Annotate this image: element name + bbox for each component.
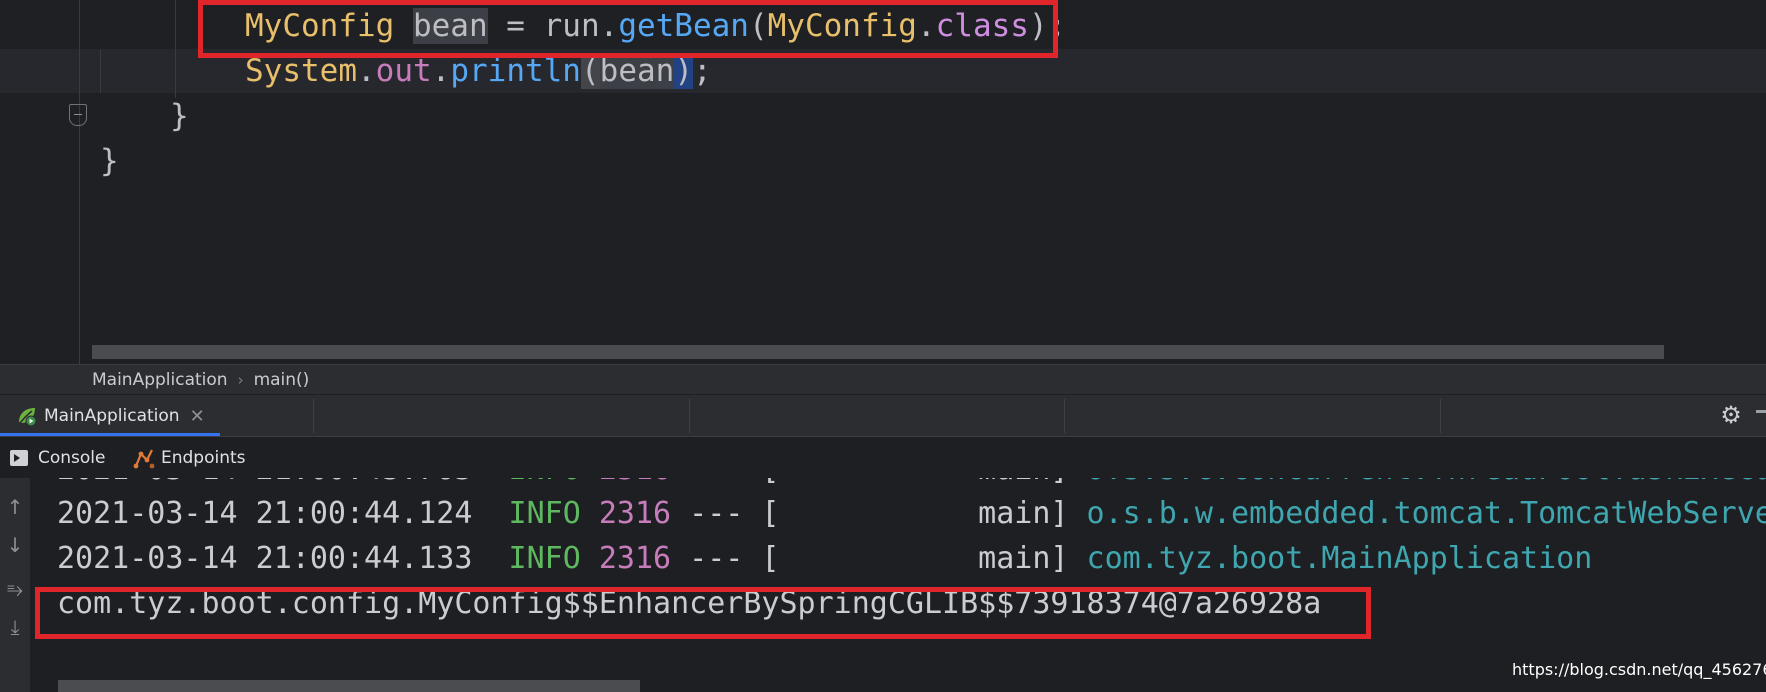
token-paren-match: (	[580, 53, 600, 89]
log-thread: --- [ main]	[671, 478, 1086, 487]
scroll-down-icon[interactable]: ↓	[0, 534, 30, 556]
code-editor[interactable]: MyConfig bean = run.getBean(MyConfig.cla…	[0, 0, 1766, 364]
tab-divider	[1064, 399, 1065, 433]
tab-divider	[313, 399, 314, 433]
tab-divider	[689, 399, 690, 433]
run-tab-bar: MainApplication ✕ ⚙	[0, 394, 1766, 437]
log-pid: 2316	[598, 496, 672, 531]
run-tab-main-application[interactable]: MainApplication ✕	[0, 395, 220, 437]
tab-divider	[1440, 399, 1441, 433]
breadcrumb-separator: ›	[237, 370, 244, 389]
editor-horizontal-scrollbar[interactable]	[92, 345, 1664, 359]
gear-icon[interactable]: ⚙	[1719, 403, 1743, 427]
log-timestamp: 2021-03-14 21:00:44.124	[57, 496, 473, 531]
log-level: INFO	[509, 478, 581, 487]
tab-endpoints-label: Endpoints	[161, 448, 246, 468]
log-logger: com.tyz.boot.MainApplication	[1086, 541, 1593, 576]
token-class: System	[245, 53, 357, 89]
console-horizontal-scrollbar[interactable]	[58, 680, 640, 692]
scroll-up-icon[interactable]: ↑	[0, 496, 30, 518]
run-tab-label: MainApplication	[44, 406, 180, 426]
indent-guide	[175, 0, 176, 98]
log-line: 2021-03-14 21:00:43.763 INFO 2316 --- [ …	[57, 478, 1766, 492]
hide-panel-icon[interactable]	[1756, 410, 1766, 413]
token-paren-cursor: )	[674, 53, 693, 89]
breadcrumb-item-method[interactable]: main()	[254, 370, 310, 390]
soft-wrap-icon[interactable]: ⥱	[0, 578, 30, 600]
log-timestamp: 2021-03-14 21:00:43.763	[57, 478, 472, 487]
code-line-close-method[interactable]: }	[170, 93, 189, 139]
log-line: 2021-03-14 21:00:44.124 INFO 2316 --- [ …	[57, 492, 1766, 536]
breadcrumb-item-class[interactable]: MainApplication	[92, 370, 228, 390]
log-line: 2021-03-14 21:00:44.133 INFO 2316 --- [ …	[57, 537, 1592, 581]
log-pid: 2316	[599, 478, 671, 487]
watermark: https://blog.csdn.net/qq_45627684	[1512, 660, 1766, 679]
tab-endpoints[interactable]: Endpoints	[133, 437, 246, 479]
endpoints-icon	[133, 449, 155, 469]
console-output[interactable]: ↑ ↓ ⥱ ⤓ 2021-03-14 21:00:43.763 INFO 231…	[0, 478, 1766, 692]
highlight-box-output	[35, 587, 1371, 639]
tab-console-label: Console	[38, 448, 106, 468]
token-argument: bean	[599, 53, 675, 89]
token-method: println	[450, 53, 581, 89]
token-dot: .	[356, 53, 376, 89]
token-field: out	[375, 53, 432, 89]
run-sub-tab-bar: Console Endpoints	[0, 436, 1766, 478]
log-level: INFO	[508, 496, 581, 531]
breadcrumb: MainApplication › main()	[0, 364, 1766, 394]
highlight-box-code	[198, 0, 1058, 58]
fold-marker-icon[interactable]	[69, 104, 87, 126]
token-semicolon: ;	[692, 53, 712, 89]
ide-window: MyConfig bean = run.getBean(MyConfig.cla…	[0, 0, 1766, 692]
log-logger: o.s.b.w.embedded.tomcat.TomcatWebServer	[1086, 496, 1766, 531]
log-pid: 2316	[598, 541, 672, 576]
console-icon	[10, 450, 28, 466]
scroll-to-end-icon[interactable]: ⤓	[0, 616, 30, 638]
code-line-close-class[interactable]: }	[100, 138, 119, 184]
tab-console[interactable]: Console	[10, 437, 106, 479]
console-toolbar: ↑ ↓ ⥱ ⤓	[0, 478, 30, 692]
log-level: INFO	[508, 541, 581, 576]
indent-guide	[100, 50, 101, 93]
log-timestamp: 2021-03-14 21:00:44.133	[57, 541, 473, 576]
gutter-separator	[79, 0, 80, 364]
log-thread: --- [ main]	[671, 541, 1087, 576]
token-dot: .	[431, 53, 451, 89]
log-logger: o.s.s.c.concurrent.ThreadPoolTaskExecuto…	[1087, 478, 1766, 487]
close-icon[interactable]: ✕	[190, 406, 205, 427]
log-thread: --- [ main]	[671, 496, 1087, 531]
spring-boot-run-icon	[19, 408, 37, 427]
